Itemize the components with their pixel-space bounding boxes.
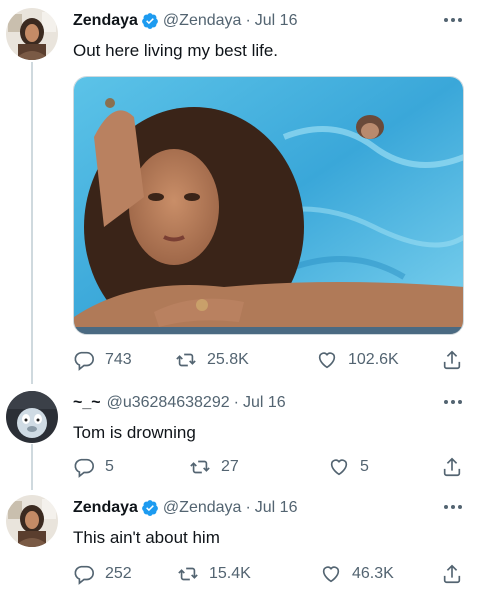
retweet-icon — [190, 460, 210, 474]
like-count: 46.3K — [352, 565, 394, 582]
reply-icon — [74, 351, 94, 371]
like-count: 102.6K — [348, 351, 399, 368]
like-icon — [318, 352, 336, 369]
avatar[interactable] — [6, 391, 58, 443]
tweet-date[interactable]: Jul 16 — [243, 394, 286, 412]
tweet[interactable]: Zendaya @Zendaya · Jul 16 This ain't abo… — [0, 488, 480, 591]
tweet-text: Tom is drowning — [73, 423, 196, 442]
author-handle[interactable]: @Zendaya — [163, 499, 242, 517]
retweet-icon — [176, 353, 196, 367]
tweet[interactable]: ~_~ @u36284638292 · Jul 16 Tom is drowni… — [0, 385, 480, 485]
separator-dot: · — [245, 12, 251, 29]
verified-icon — [142, 13, 158, 29]
like-button[interactable]: 102.6K — [316, 349, 399, 371]
reply-icon — [74, 565, 94, 585]
like-icon — [330, 459, 348, 476]
retweet-button[interactable]: 15.4K — [177, 563, 251, 585]
separator-dot: · — [245, 499, 251, 516]
reply-button[interactable]: 5 — [73, 456, 114, 478]
reply-icon — [74, 458, 94, 478]
reply-button[interactable]: 252 — [73, 563, 132, 585]
reply-count: 252 — [105, 565, 132, 582]
more-icon[interactable] — [443, 17, 463, 23]
author-handle[interactable]: @u36284638292 — [107, 394, 230, 412]
share-icon[interactable] — [441, 563, 463, 585]
like-button[interactable]: 46.3K — [320, 563, 394, 585]
retweet-icon — [178, 567, 198, 581]
separator-dot: · — [233, 394, 239, 411]
verified-icon — [142, 500, 158, 516]
tweet-photo[interactable] — [73, 76, 464, 335]
tweet-header: Zendaya @Zendaya · Jul 16 — [73, 499, 297, 517]
avatar[interactable] — [6, 8, 58, 60]
share-icon[interactable] — [441, 349, 463, 371]
retweet-count: 15.4K — [209, 565, 251, 582]
author-handle[interactable]: @Zendaya — [163, 12, 242, 30]
tweet[interactable]: Zendaya @Zendaya · Jul 16 Out here livin… — [0, 0, 480, 380]
retweet-count: 27 — [221, 458, 239, 475]
author-name[interactable]: ~_~ — [73, 394, 101, 412]
reply-count: 743 — [105, 351, 132, 368]
avatar[interactable] — [6, 495, 58, 547]
reply-count: 5 — [105, 458, 114, 475]
author-name[interactable]: Zendaya — [73, 499, 138, 517]
more-icon[interactable] — [443, 399, 463, 405]
tweet-date[interactable]: Jul 16 — [255, 499, 298, 517]
like-button[interactable]: 5 — [328, 456, 369, 478]
more-icon[interactable] — [443, 504, 463, 510]
tweet-header: Zendaya @Zendaya · Jul 16 — [73, 12, 297, 30]
tweet-date[interactable]: Jul 16 — [255, 12, 298, 30]
tweet-header: ~_~ @u36284638292 · Jul 16 — [73, 394, 286, 412]
retweet-count: 25.8K — [207, 351, 249, 368]
retweet-button[interactable]: 25.8K — [175, 349, 249, 371]
tweet-text: Out here living my best life. — [73, 41, 279, 60]
reply-button[interactable]: 743 — [73, 349, 132, 371]
share-icon[interactable] — [441, 456, 463, 478]
like-count: 5 — [360, 458, 369, 475]
tweet-text: This ain't about him — [73, 528, 220, 547]
like-icon — [322, 566, 340, 583]
author-name[interactable]: Zendaya — [73, 12, 138, 30]
retweet-button[interactable]: 27 — [189, 456, 239, 478]
